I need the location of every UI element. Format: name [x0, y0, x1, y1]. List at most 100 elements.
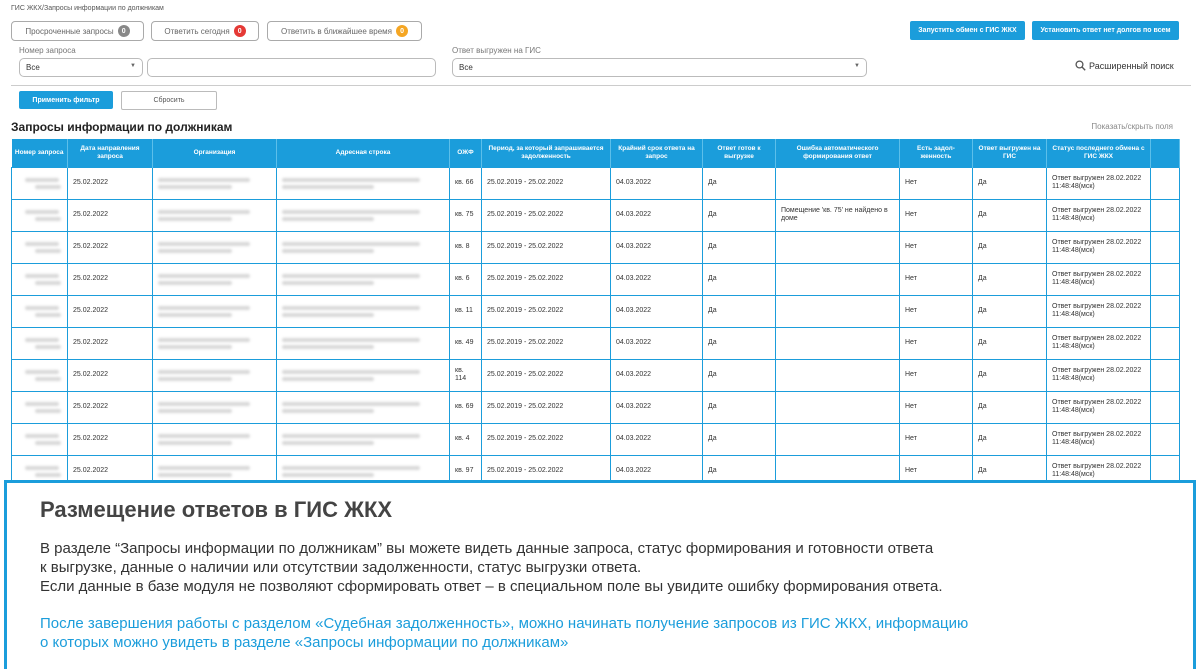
column-header[interactable]: Ответ выгружен на ГИС	[972, 139, 1047, 167]
uploaded-cell: Да	[972, 358, 1047, 392]
uploaded-cell: Да	[972, 422, 1047, 456]
ready-cell: Да	[702, 166, 776, 200]
table-row[interactable]: 25.02.2022 кв. 8 25.02.2019 - 25.02.2022 04…	[11, 230, 1180, 264]
actions-cell	[1150, 358, 1180, 392]
actions-cell	[1150, 422, 1180, 456]
overdue-requests-label: Просроченные запросы	[25, 26, 114, 36]
ready-cell: Да	[702, 422, 776, 456]
request-number-input[interactable]	[147, 58, 436, 77]
deadline-cell: 04.03.2022	[610, 198, 703, 232]
column-header[interactable]: Дата направления запроса	[67, 139, 153, 167]
date-cell: 25.02.2022	[67, 358, 153, 392]
column-header[interactable]: Период, за который запрашивается задолже…	[481, 139, 611, 167]
address-cell	[276, 230, 450, 264]
actions-cell	[1150, 198, 1180, 232]
table-row[interactable]: 25.02.2022 кв. 69 25.02.2019 - 25.02.2022 0…	[11, 390, 1180, 424]
column-header[interactable]: Есть задол-женность	[899, 139, 973, 167]
column-header[interactable]: ОЖФ	[449, 139, 482, 167]
organization-cell	[152, 262, 277, 296]
reset-filter-button[interactable]: Сбросить	[121, 91, 217, 110]
error-cell	[775, 166, 900, 200]
apply-filter-button[interactable]: Применить фильтр	[19, 91, 113, 109]
answer-soon-label: Ответить в ближайшее время	[280, 26, 393, 36]
status-cell: Ответ выгружен 28.02.2022 11:48:48(мск)	[1046, 166, 1151, 200]
info-panel: Размещение ответов в ГИС ЖКХ В разделе “…	[4, 480, 1196, 669]
info-title: Размещение ответов в ГИС ЖКХ	[40, 497, 393, 522]
ozhf-cell: кв. 4	[449, 422, 482, 456]
table-row[interactable]: 25.02.2022 кв. 49 25.02.2019 - 25.02.2022 0…	[11, 326, 1180, 360]
ready-cell: Да	[702, 358, 776, 392]
advanced-search-label: Расширенный поиск	[1089, 60, 1174, 71]
error-cell	[775, 294, 900, 328]
deadline-cell: 04.03.2022	[610, 358, 703, 392]
status-cell: Ответ выгружен 28.02.2022 11:48:48(мск)	[1046, 422, 1151, 456]
date-cell: 25.02.2022	[67, 230, 153, 264]
table-header: Номер запроса Дата направления запроса О…	[11, 139, 1180, 167]
period-cell: 25.02.2019 - 25.02.2022	[481, 326, 611, 360]
status-cell: Ответ выгружен 28.02.2022 11:48:48(мск)	[1046, 262, 1151, 296]
info-highlight-line: о которых можно увидеть в разделе «Запро…	[40, 634, 569, 651]
table-row[interactable]: 25.02.2022 кв. 75 25.02.2019 - 25.02.2022 0…	[11, 198, 1180, 232]
table-row[interactable]: 25.02.2022 кв. 4 25.02.2019 - 25.02.2022 04…	[11, 422, 1180, 456]
status-cell: Ответ выгружен 28.02.2022 11:48:48(мск)	[1046, 230, 1151, 264]
column-header[interactable]: Статус последнего обмена с ГИС ЖКХ	[1046, 139, 1151, 167]
table-row[interactable]: 25.02.2022 кв. 114 25.02.2019 - 25.02.2022…	[11, 358, 1180, 392]
actions-cell	[1150, 166, 1180, 200]
answer-soon-button[interactable]: Ответить в ближайшее время 0	[267, 21, 422, 41]
table-row[interactable]: 25.02.2022 кв. 66 25.02.2019 - 25.02.2022 0…	[11, 166, 1180, 200]
toggle-columns-link[interactable]: Показать/скрыть поля	[1091, 122, 1173, 131]
uploaded-cell: Да	[972, 326, 1047, 360]
breadcrumb[interactable]: ГИС ЖКХ/Запросы информации по должникам	[11, 5, 164, 12]
uploaded-cell: Да	[972, 166, 1047, 200]
request-number-cell	[11, 166, 68, 200]
request-number-cell	[11, 198, 68, 232]
set-no-debt-button[interactable]: Установить ответ нет долгов по всем	[1032, 21, 1179, 40]
table-row[interactable]: 25.02.2022 кв. 6 25.02.2019 - 25.02.2022 04…	[11, 262, 1180, 296]
request-number-cell	[11, 358, 68, 392]
column-header[interactable]: Ответ готов к выгрузке	[702, 139, 776, 167]
actions-cell	[1150, 326, 1180, 360]
ready-cell: Да	[702, 262, 776, 296]
address-cell	[276, 262, 450, 296]
request-number-select[interactable]: Все ▼	[19, 58, 143, 77]
page-title: Запросы информации по должникам	[11, 120, 233, 134]
ozhf-cell: кв. 49	[449, 326, 482, 360]
address-cell	[276, 326, 450, 360]
uploaded-to-gis-label: Ответ выгружен на ГИС	[452, 46, 541, 55]
overdue-requests-button[interactable]: Просроченные запросы 0	[11, 21, 144, 41]
ozhf-cell: кв. 114	[449, 358, 482, 392]
info-highlight: После завершения работы с разделом «Суде…	[40, 614, 1170, 652]
period-cell: 25.02.2019 - 25.02.2022	[481, 230, 611, 264]
error-cell: Помещение 'кв. 75' не найдено в доме	[775, 198, 900, 232]
table-body: 25.02.2022 кв. 66 25.02.2019 - 25.02.2022 0…	[11, 166, 1180, 488]
column-header[interactable]: Номер запроса	[11, 139, 68, 167]
period-cell: 25.02.2019 - 25.02.2022	[481, 422, 611, 456]
request-number-cell	[11, 326, 68, 360]
request-number-cell	[11, 230, 68, 264]
error-cell	[775, 230, 900, 264]
column-header[interactable]: Крайний срок ответа на запрос	[610, 139, 703, 167]
actions-cell	[1150, 262, 1180, 296]
request-number-cell	[11, 294, 68, 328]
error-cell	[775, 422, 900, 456]
uploaded-cell: Да	[972, 198, 1047, 232]
table-row[interactable]: 25.02.2022 кв. 11 25.02.2019 - 25.02.2022 0…	[11, 294, 1180, 328]
answer-today-button[interactable]: Ответить сегодня 0	[151, 21, 259, 41]
start-exchange-button[interactable]: Запустить обмен с ГИС ЖКХ	[910, 21, 1025, 40]
deadline-cell: 04.03.2022	[610, 294, 703, 328]
info-highlight-line: После завершения работы с разделом «Суде…	[40, 615, 969, 632]
column-header[interactable]: Ошибка автоматического формирования отве…	[775, 139, 900, 167]
uploaded-to-gis-select[interactable]: Все ▼	[452, 58, 867, 77]
status-cell: Ответ выгружен 28.02.2022 11:48:48(мск)	[1046, 294, 1151, 328]
debt-cell: Нет	[899, 230, 973, 264]
date-cell: 25.02.2022	[67, 198, 153, 232]
organization-cell	[152, 230, 277, 264]
organization-cell	[152, 198, 277, 232]
status-cell: Ответ выгружен 28.02.2022 11:48:48(мск)	[1046, 358, 1151, 392]
date-cell: 25.02.2022	[67, 422, 153, 456]
column-header[interactable]: Организация	[152, 139, 277, 167]
actions-cell	[1150, 294, 1180, 328]
column-header[interactable]: Адресная строка	[276, 139, 450, 167]
deadline-cell: 04.03.2022	[610, 166, 703, 200]
advanced-search-link[interactable]: Расширенный поиск	[1075, 60, 1174, 71]
